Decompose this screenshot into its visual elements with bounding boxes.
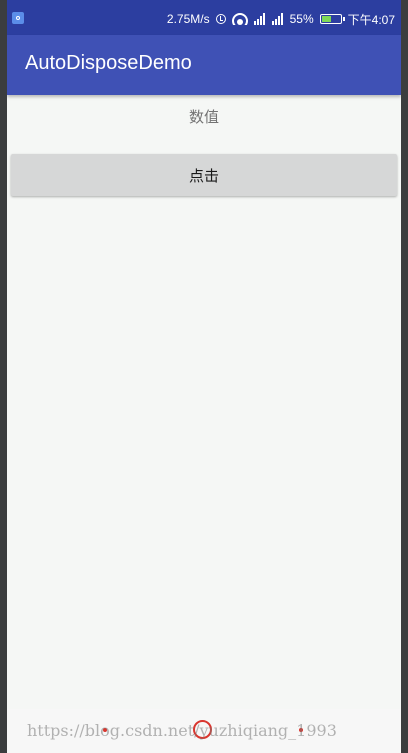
app-bar: AutoDisposeDemo <box>7 35 401 95</box>
clock: 下午4:07 <box>347 12 395 27</box>
app-title: AutoDisposeDemo <box>25 52 192 74</box>
signal-icon <box>253 13 266 25</box>
recents-icon[interactable] <box>299 728 303 732</box>
network-speed: 2.75M/s <box>166 12 210 26</box>
value-text: 数值 <box>188 108 219 126</box>
app-notification-icon <box>12 12 24 24</box>
battery-icon <box>319 14 345 24</box>
battery-percent: 55% <box>289 12 314 26</box>
status-indicators: 2.75M/s 55% 下午4:07 <box>161 11 395 27</box>
signal-icon <box>271 13 284 25</box>
home-icon[interactable] <box>193 720 212 739</box>
click-button[interactable]: 点击 <box>11 154 397 196</box>
wifi-icon <box>231 13 248 25</box>
navigation-bar <box>7 709 401 753</box>
status-bar: 2.75M/s 55% 下午4:07 <box>7 0 401 35</box>
battery-level <box>321 16 331 22</box>
alarm-icon <box>215 14 226 24</box>
phone-screen: 2.75M/s 55% 下午4:07 AutoDisposeDemo 数值 点击… <box>7 0 401 753</box>
back-icon[interactable] <box>103 728 107 732</box>
